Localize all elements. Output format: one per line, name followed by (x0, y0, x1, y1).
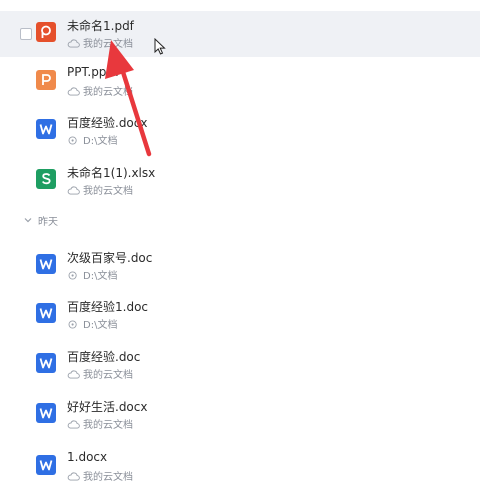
word-file-icon (36, 455, 56, 475)
file-location: 我的云文档 (67, 35, 133, 50)
file-name: 次级百家号.doc (67, 251, 153, 265)
file-location: 我的云文档 (67, 468, 133, 483)
file-location-text: 我的云文档 (83, 39, 133, 50)
file-location-text: 我的云文档 (83, 186, 133, 197)
row-checkbox[interactable] (20, 28, 32, 40)
file-location: D:\文档 (67, 132, 117, 147)
cloud-icon (67, 39, 80, 48)
file-name: PPT.pptx (67, 65, 119, 79)
file-row[interactable]: 好好生活.docx 我的云文档 (0, 392, 480, 438)
file-name: 百度经验.doc (67, 350, 141, 364)
cloud-icon (67, 420, 80, 429)
file-location: 我的云文档 (67, 182, 133, 197)
disk-icon (68, 136, 77, 145)
group-label: 昨天 (38, 217, 58, 228)
word-file-icon (36, 254, 56, 274)
file-location: D:\文档 (67, 316, 117, 331)
file-location-text: 我的云文档 (83, 472, 133, 483)
word-file-icon (36, 119, 56, 139)
file-row[interactable]: 未命名1(1).xlsx 我的云文档 (0, 158, 480, 204)
word-file-icon (36, 403, 56, 423)
file-name: 好好生活.docx (67, 400, 148, 414)
disk-icon (68, 320, 77, 329)
file-name: 百度经验.docx (67, 116, 148, 130)
file-location: D:\文档 (67, 267, 117, 282)
ppt-file-icon (36, 70, 56, 90)
cloud-icon (67, 186, 80, 195)
file-location-text: D:\文档 (83, 136, 118, 147)
file-row[interactable]: 百度经验1.doc D:\文档 (0, 292, 480, 338)
file-name: 未命名1.pdf (67, 19, 134, 33)
file-row[interactable]: 百度经验.doc 我的云文档 (0, 342, 480, 388)
pdf-file-icon (36, 22, 56, 42)
file-location: 我的云文档 (67, 416, 133, 431)
file-location-text: 我的云文档 (83, 370, 133, 381)
file-location-text: 我的云文档 (83, 87, 133, 98)
mouse-cursor-icon (154, 38, 166, 55)
chevron-down-icon (24, 218, 32, 223)
file-location-text: 我的云文档 (83, 420, 133, 431)
file-row[interactable]: 百度经验.docx D:\文档 (0, 108, 480, 154)
file-name: 未命名1(1).xlsx (67, 166, 156, 180)
word-file-icon (36, 353, 56, 373)
file-name: 1.docx (67, 450, 108, 464)
file-row[interactable]: 未命名1.pdf 我的云文档 (0, 11, 480, 57)
file-location: 我的云文档 (67, 83, 133, 98)
group-header-yesterday[interactable]: 昨天 (0, 211, 480, 231)
file-location-text: D:\文档 (83, 271, 118, 282)
disk-icon (68, 271, 77, 280)
file-name: 百度经验1.doc (67, 300, 149, 314)
word-file-icon (36, 303, 56, 323)
excel-file-icon (36, 169, 56, 189)
cloud-icon (67, 87, 80, 96)
file-location: 我的云文档 (67, 366, 133, 381)
file-location-text: D:\文档 (83, 320, 118, 331)
file-row[interactable]: PPT.pptx 我的云文档 (0, 59, 480, 105)
cloud-icon (67, 370, 80, 379)
file-row[interactable]: 1.docx 我的云文档 (0, 444, 480, 490)
file-row[interactable]: 次级百家号.doc D:\文档 (0, 243, 480, 289)
